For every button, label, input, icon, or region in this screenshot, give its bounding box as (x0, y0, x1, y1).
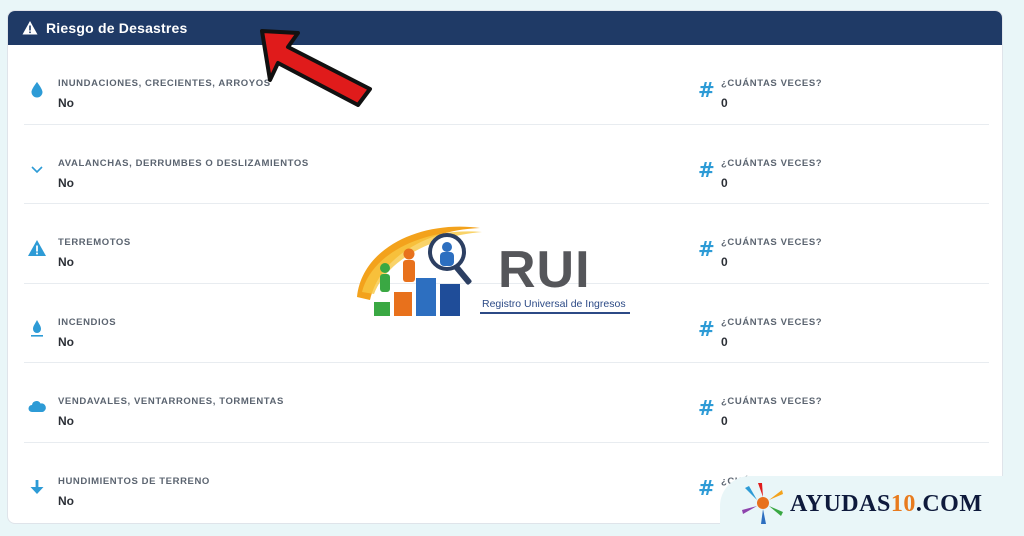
list-item: AVALANCHAS, DERRUMBES O DESLIZAMIENTOS N… (24, 125, 989, 204)
count-label: ¿CUÁNTAS VECES? (721, 396, 823, 407)
card-header: Riesgo de Desastres (8, 11, 1002, 45)
risk-value: No (58, 493, 74, 508)
warning-icon (22, 21, 38, 35)
count-value: 0 (721, 414, 728, 428)
brand-name-accent: 10 (890, 491, 916, 517)
red-arrow-annotation (260, 29, 372, 107)
risk-value: No (58, 334, 74, 349)
list-item: VENDAVALES, VENTARRONES, TORMENTAS No # … (24, 363, 989, 443)
count-value: 0 (721, 255, 728, 269)
brand-name-main: AYUDAS (790, 491, 891, 517)
hash-icon: # (698, 157, 715, 182)
risk-label: INUNDACIONES, CRECIENTES, ARROYOS (58, 78, 271, 89)
count-label: ¿CUÁNTAS VECES? (721, 78, 823, 89)
chevron-down-icon (31, 165, 43, 173)
hands-logo-icon (742, 483, 783, 524)
water-drop-icon (31, 82, 43, 98)
hash-icon: # (698, 316, 715, 341)
risk-label: INCENDIOS (58, 316, 117, 328)
count-label: ¿CUÁNTAS VECES? (721, 157, 823, 169)
fire-extinguisher-icon (31, 319, 43, 337)
arrow-down-icon (30, 479, 44, 494)
risk-label: HUNDIMIENTOS DE TERRENO (58, 475, 210, 487)
risk-value: No (58, 96, 74, 110)
count-value: 0 (721, 175, 728, 190)
hash-icon: # (698, 396, 715, 420)
risk-value: No (58, 414, 74, 428)
risk-value: No (58, 255, 74, 269)
card-title: Riesgo de Desastres (46, 20, 188, 36)
cloud-icon (28, 401, 46, 412)
risk-label: TERREMOTOS (58, 237, 131, 248)
risk-label: VENDAVALES, VENTARRONES, TORMENTAS (58, 396, 284, 407)
risk-value: No (58, 175, 74, 190)
brand-name-suffix: .COM (915, 491, 983, 517)
risk-label: AVALANCHAS, DERRUMBES O DESLIZAMIENTOS (58, 157, 309, 169)
hash-icon: # (698, 78, 715, 102)
rui-logo-text: RUI (498, 241, 591, 299)
count-value: 0 (721, 334, 728, 349)
count-value: 0 (721, 96, 728, 110)
rui-logo-subtitle: Registro Universal de Ingresos (482, 298, 626, 310)
count-label: ¿CUÁNTAS VECES? (721, 237, 823, 248)
hash-icon: # (698, 237, 715, 261)
count-label: ¿CUÁNTAS VECES? (721, 316, 823, 328)
list-item: INUNDACIONES, CRECIENTES, ARROYOS No # ¿… (24, 45, 989, 125)
warning-icon (28, 240, 46, 256)
site-brand-name: AYUDAS10.COM (790, 491, 982, 518)
hash-icon: # (698, 475, 715, 500)
